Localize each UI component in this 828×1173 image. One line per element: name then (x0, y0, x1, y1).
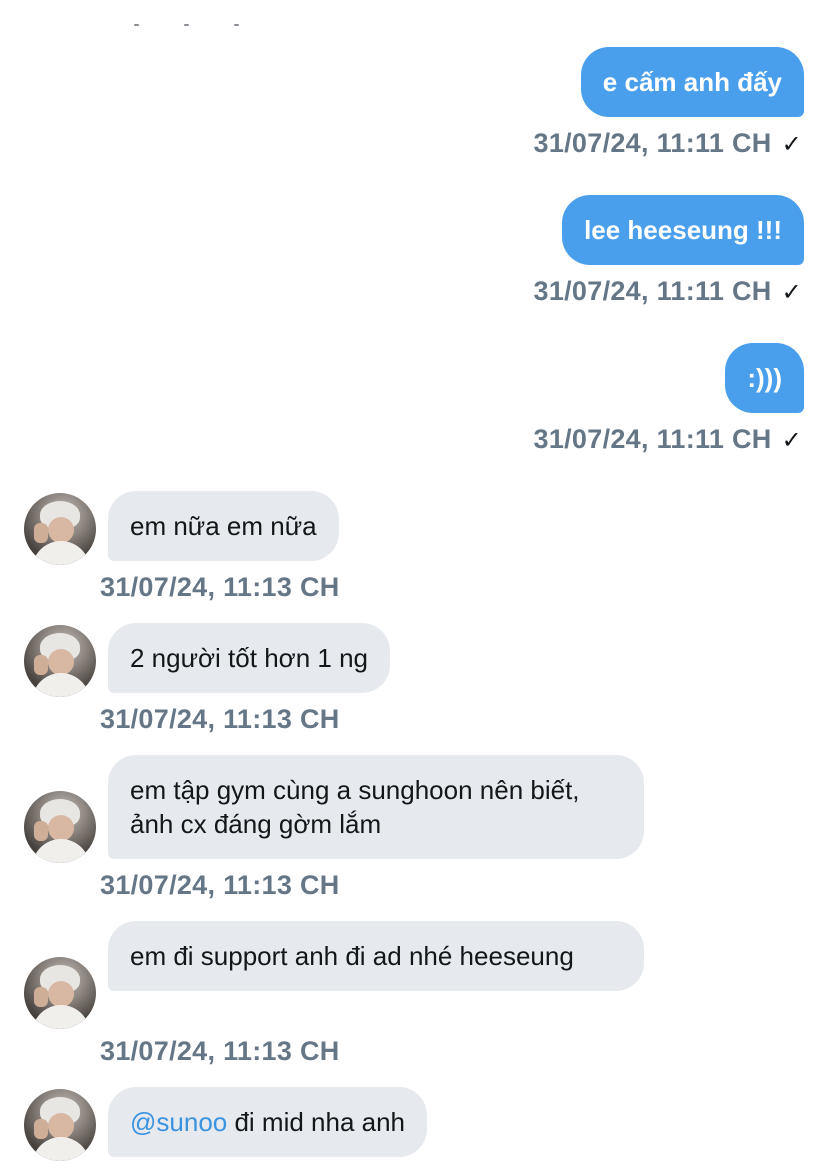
incoming-message-bubble[interactable]: em nữa em nữa (108, 491, 339, 561)
checkmark-icon: ✓ (781, 279, 802, 306)
message-timestamp: 31/07/24, 11:13 CH (100, 1036, 340, 1066)
incoming-message-bubble[interactable]: em đi support anh đi ad nhé heeseung (108, 921, 644, 991)
user-avatar[interactable] (24, 957, 96, 1029)
message-timestamp: 31/07/24, 11:11 CH ✓ (534, 128, 803, 159)
checkmark-icon: ✓ (781, 427, 802, 454)
user-avatar[interactable] (24, 493, 96, 565)
user-avatar[interactable] (24, 1089, 96, 1161)
message-text: đi mid nha anh (227, 1107, 406, 1137)
message-timestamp: 31/07/24, 11:13 CH (100, 870, 340, 900)
user-avatar[interactable] (24, 791, 96, 863)
message-timestamp: 31/07/24, 11:13 CH (100, 704, 340, 734)
truncated-previous-content (134, 18, 244, 28)
timestamp-text: 31/07/24, 11:11 CH (533, 424, 772, 454)
incoming-message-bubble[interactable]: em tập gym cùng a sunghoon nên biết, ảnh… (108, 755, 644, 859)
timestamp-text: 31/07/24, 11:11 CH (533, 276, 772, 306)
outgoing-message-bubble[interactable]: :))) (725, 343, 804, 413)
user-mention-link[interactable]: @sunoo (130, 1107, 227, 1137)
outgoing-message-bubble[interactable]: lee heeseung !!! (562, 195, 804, 265)
timestamp-text: 31/07/24, 11:11 CH (533, 128, 772, 158)
message-timestamp: 31/07/24, 11:13 CH (100, 572, 340, 602)
message-timestamp: 31/07/24, 11:11 CH ✓ (534, 424, 803, 455)
incoming-message-bubble[interactable]: @sunoo đi mid nha anh (108, 1087, 428, 1157)
checkmark-icon: ✓ (781, 131, 802, 158)
outgoing-message-bubble[interactable]: e cấm anh đấy (580, 47, 804, 117)
incoming-message-bubble[interactable]: 2 người tốt hơn 1 ng (108, 623, 390, 693)
message-timestamp: 31/07/24, 11:11 CH ✓ (534, 276, 803, 307)
user-avatar[interactable] (24, 625, 96, 697)
